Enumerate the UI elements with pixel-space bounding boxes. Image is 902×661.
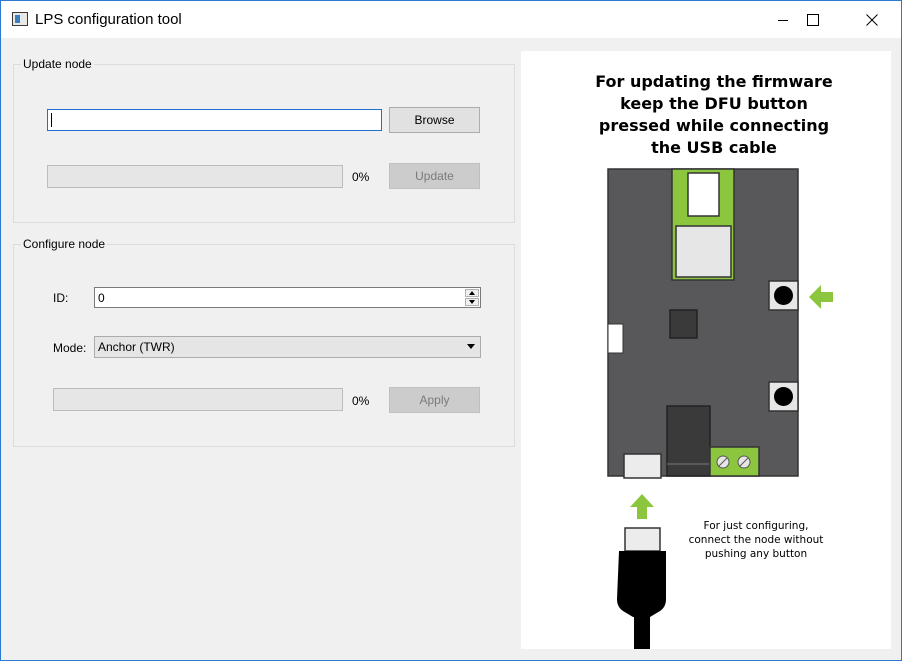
note-line: connect the node without [688, 534, 824, 546]
dfu-button-cap [774, 286, 793, 305]
title-bar[interactable]: LPS configuration tool [1, 1, 901, 38]
configure-node-title: Configure node [21, 237, 108, 251]
arrow-left-icon [809, 285, 833, 309]
usb-cable-wire [634, 617, 650, 649]
instruction-panel: For updating the firmware keep the DFU b… [521, 51, 891, 649]
maximize-icon [807, 13, 819, 26]
usb-port [623, 453, 662, 479]
chevron-down-icon [467, 344, 475, 349]
update-progress-bar [47, 165, 343, 188]
radio-module [675, 225, 732, 278]
id-spin-buttons [465, 289, 479, 307]
spin-up-button[interactable] [465, 289, 479, 297]
close-button[interactable] [843, 1, 901, 38]
apply-progress-text: 0% [352, 394, 370, 408]
update-node-group [13, 64, 515, 223]
side-connector [607, 323, 624, 354]
close-icon [866, 13, 878, 26]
antenna-chip [687, 172, 720, 217]
mode-value: Anchor (TWR) [98, 340, 175, 354]
id-label: ID: [53, 291, 69, 305]
update-node-title: Update node [21, 57, 94, 71]
window-title: LPS configuration tool [35, 11, 182, 28]
arrow-up-icon [630, 494, 654, 519]
update-button[interactable]: Update [389, 163, 480, 189]
mcu-chip [669, 309, 698, 339]
id-spinbox[interactable]: 0 [94, 287, 481, 308]
usb-plug-body [617, 551, 666, 617]
configure-note: For just configuring, connect the node w… [672, 519, 840, 561]
apply-button[interactable]: Apply [389, 387, 480, 413]
update-progress-text: 0% [352, 170, 370, 184]
maximize-button[interactable] [784, 1, 842, 38]
mode-label: Mode: [53, 341, 87, 355]
spin-down-button[interactable] [465, 298, 479, 306]
id-value: 0 [98, 291, 105, 305]
power-connector [666, 405, 711, 477]
text-caret [51, 113, 52, 127]
arrow-down-icon [469, 300, 475, 304]
usb-plug-metal [624, 527, 661, 552]
app-icon [12, 12, 28, 26]
reset-button-cap [774, 387, 793, 406]
note-line: For just configuring, [703, 520, 809, 532]
arrow-up-icon [469, 291, 475, 295]
mode-select[interactable]: Anchor (TWR) [94, 336, 481, 358]
app-window: LPS configuration tool Update node Brows… [0, 0, 902, 661]
apply-progress-bar [53, 388, 343, 411]
note-line: pushing any button [704, 548, 808, 560]
firmware-file-input[interactable] [47, 109, 382, 131]
browse-button[interactable]: Browse [389, 107, 480, 133]
